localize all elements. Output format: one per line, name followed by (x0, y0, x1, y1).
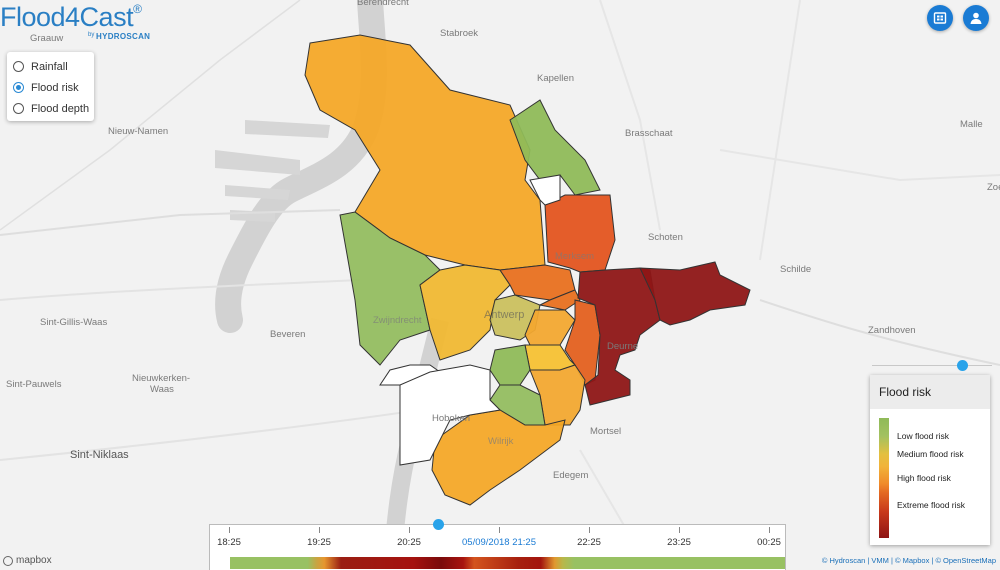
place-label: Berendrecht (357, 0, 409, 8)
timeline-tick-label[interactable]: 18:25 (217, 537, 241, 548)
place-label: Merksem (555, 251, 594, 262)
layer-option-flood-risk[interactable]: Flood risk (7, 77, 94, 98)
timeline-handle[interactable] (433, 519, 444, 530)
timeline-tick-mark (409, 527, 410, 533)
place-label: Sint-Gillis-Waas (40, 317, 107, 328)
timeline-tick-label[interactable]: 20:25 (397, 537, 421, 548)
dashboard-button[interactable] (927, 5, 953, 31)
place-label: Stabroek (440, 28, 478, 39)
district-hoboken-west (489, 344, 531, 386)
layer-selector: Rainfall Flood risk Flood depth (7, 52, 94, 121)
timeline-tick-mark (229, 527, 230, 533)
place-label: Waas (150, 384, 174, 395)
place-label: Nieuw-Namen (108, 126, 168, 137)
layer-label: Flood depth (31, 102, 90, 115)
place-label: Beveren (270, 329, 305, 340)
legend-item-low: Low flood risk (897, 431, 949, 441)
user-icon (970, 12, 982, 24)
opacity-slider-handle[interactable] (957, 360, 968, 371)
timeline-tick-label[interactable]: 00:25 (757, 537, 781, 548)
timeline-tick-mark (589, 527, 590, 533)
legend-title: Flood risk (870, 375, 990, 409)
place-label: Malle (960, 119, 983, 130)
user-button[interactable] (963, 5, 989, 31)
timeline-tick-mark (769, 527, 770, 533)
mapbox-logo[interactable]: mapbox (3, 555, 52, 566)
legend-item-high: High flood risk (897, 473, 951, 483)
legend-item-medium: Medium flood risk (897, 449, 964, 459)
timeline-tick-mark (499, 527, 500, 533)
timeline-tick-label[interactable]: 22:25 (577, 537, 601, 548)
place-label: Wilrijk (488, 436, 514, 447)
place-label: Sint-Pauwels (6, 379, 62, 390)
timeline-tick-mark (319, 527, 320, 533)
radio-rainfall[interactable] (13, 61, 24, 72)
legend-item-extreme: Extreme flood risk (897, 500, 966, 510)
legend-color-scale (879, 418, 889, 538)
mapbox-icon (3, 555, 13, 566)
radio-flood-depth[interactable] (13, 103, 24, 114)
layer-option-rainfall[interactable]: Rainfall (7, 56, 94, 77)
place-label: Zwijndrecht (373, 315, 422, 326)
radio-flood-risk[interactable] (13, 82, 24, 93)
app-title: Flood4Cast (0, 2, 134, 32)
timeline-panel[interactable]: 18:25 19:25 20:25 05/09/2018 21:25 22:25 23:2… (209, 524, 786, 570)
registered-mark: ® (133, 2, 142, 16)
place-label: Schoten (648, 232, 683, 243)
place-label: Antwerp (484, 309, 524, 321)
place-label: Hoboken (432, 413, 470, 424)
place-label: Edegem (553, 470, 588, 481)
legend-panel: Flood risk Low flood risk Medium flood r… (870, 375, 990, 545)
opacity-slider-track[interactable] (872, 365, 992, 366)
map-attribution[interactable]: © Hydroscan | VMM | © Mapbox | © OpenStr… (822, 556, 996, 565)
brand-logo: Flood4Cast® by HYDROSCAN (0, 2, 150, 41)
partner-logo: HYDROSCAN (96, 32, 151, 41)
layer-label: Rainfall (31, 60, 68, 73)
place-label: Kapellen (537, 73, 574, 84)
layer-label: Flood risk (31, 81, 79, 94)
place-label: Zoe (987, 182, 1000, 193)
place-label: Zandhoven (868, 325, 916, 336)
place-label: Schilde (780, 264, 811, 275)
timeline-risk-bar[interactable] (230, 557, 785, 569)
place-label: Sint-Niklaas (70, 449, 129, 461)
place-label: Mortsel (590, 426, 621, 437)
place-label: Graauw (30, 33, 63, 44)
timeline-tick-label[interactable]: 19:25 (307, 537, 331, 548)
dashboard-icon (933, 12, 947, 24)
timeline-tick-label[interactable]: 05/09/2018 21:25 (462, 537, 536, 548)
place-label: Nieuwkerken- (132, 373, 190, 384)
place-label: Deurne (607, 341, 638, 352)
mapbox-label: mapbox (16, 555, 52, 566)
map-canvas[interactable]: Berendrecht Graauw Stabroek Kapellen Bra… (0, 0, 1000, 570)
place-label: Brasschaat (625, 128, 673, 139)
timeline-tick-label[interactable]: 23:25 (667, 537, 691, 548)
layer-option-flood-depth[interactable]: Flood depth (7, 98, 94, 119)
timeline-tick-mark (679, 527, 680, 533)
brand-by: by (88, 32, 95, 38)
